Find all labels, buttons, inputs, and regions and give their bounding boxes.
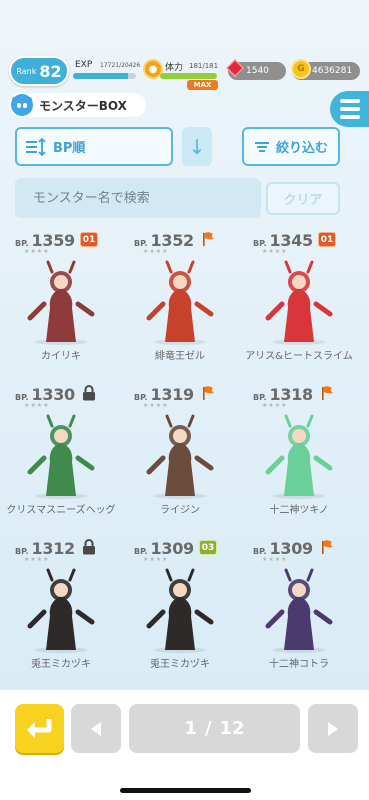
monster-card[interactable]: BP. 1352 ★★★★ 緋竜王ゼル bbox=[121, 228, 239, 378]
rank-badge[interactable]: Rank 82 bbox=[9, 56, 69, 86]
sort-button[interactable]: BP順 bbox=[15, 127, 173, 166]
bp-label: BP. bbox=[134, 547, 148, 556]
lock-icon bbox=[83, 385, 95, 401]
triangle-right-icon bbox=[328, 721, 338, 736]
exp-label: EXP bbox=[75, 60, 93, 70]
monster-portrait bbox=[146, 260, 214, 345]
monster-name: 兎王ミカヅキ bbox=[31, 659, 91, 670]
rarity-stars: ★★★★ bbox=[143, 248, 169, 255]
flag-icon bbox=[322, 540, 333, 554]
monster-portrait bbox=[146, 568, 214, 653]
next-page-button[interactable] bbox=[308, 704, 358, 753]
rarity-stars: ★★★★ bbox=[262, 248, 288, 255]
back-button[interactable] bbox=[15, 704, 64, 753]
sort-label: BP順 bbox=[53, 141, 86, 156]
monster-portrait bbox=[27, 260, 95, 345]
monster-card[interactable]: BP. 1309 ★★★★ 十二神コトラ bbox=[240, 536, 358, 686]
monster-name: クリスマスニーズヘッグ bbox=[6, 505, 116, 516]
rarity-stars: ★★★★ bbox=[143, 402, 169, 409]
previous-page-button[interactable] bbox=[71, 704, 121, 753]
bp-label: BP. bbox=[15, 239, 29, 248]
footer-bar: 1 / 12 bbox=[0, 690, 369, 800]
rank-number-badge: 01 bbox=[318, 232, 336, 247]
bp-label: BP. bbox=[15, 547, 29, 556]
sort-direction-button[interactable]: ↓ bbox=[182, 127, 212, 166]
hamburger-menu-button[interactable] bbox=[330, 91, 369, 127]
rarity-stars: ★★★★ bbox=[262, 556, 288, 563]
stamina-max-tag: MAX bbox=[187, 80, 218, 90]
bp-label: BP. bbox=[253, 393, 267, 402]
monster-card[interactable]: BP. 1359 ★★★★ 01 カイリキ bbox=[2, 228, 120, 378]
monster-name: カイリキ bbox=[41, 351, 81, 362]
rank-number-badge: 01 bbox=[80, 232, 98, 247]
search-input[interactable] bbox=[15, 178, 261, 218]
filter-button[interactable]: 絞り込む bbox=[242, 127, 340, 166]
exp-bar-fill bbox=[73, 73, 128, 79]
monster-name: 緋竜王ゼル bbox=[155, 351, 205, 362]
monster-card[interactable]: BP. 1309 ★★★★ 03 兎王ミカヅキ bbox=[121, 536, 239, 686]
bp-label: BP. bbox=[253, 239, 267, 248]
stamina-bar bbox=[160, 73, 217, 79]
monster-name: 兎王ミカヅキ bbox=[150, 659, 210, 670]
sort-icon bbox=[26, 137, 46, 156]
clear-button[interactable]: クリア bbox=[266, 182, 340, 215]
bp-label: BP. bbox=[15, 393, 29, 402]
bp-label: BP. bbox=[253, 547, 267, 556]
monster-card[interactable]: BP. 1330 ★★★★ クリスマスニーズヘッグ bbox=[2, 382, 120, 532]
rarity-stars: ★★★★ bbox=[143, 556, 169, 563]
monster-name: アリス&ヒートスライム bbox=[245, 351, 353, 362]
flag-icon bbox=[203, 386, 214, 400]
coin-icon: G bbox=[291, 59, 311, 79]
bp-label: BP. bbox=[134, 239, 148, 248]
bp-label: BP. bbox=[134, 393, 148, 402]
monster-portrait bbox=[265, 568, 333, 653]
monster-portrait bbox=[27, 414, 95, 499]
rarity-stars: ★★★★ bbox=[24, 248, 50, 255]
monster-name: 十二神ツキノ bbox=[269, 505, 329, 516]
page-indicator: 1 / 12 bbox=[129, 704, 300, 753]
arrow-down-icon: ↓ bbox=[188, 134, 206, 159]
filter-icon bbox=[254, 141, 269, 152]
stamina-bar-fill bbox=[160, 73, 217, 79]
rarity-stars: ★★★★ bbox=[262, 402, 288, 409]
monster-card[interactable]: BP. 1312 ★★★★ 兎王ミカヅキ bbox=[2, 536, 120, 686]
filter-label: 絞り込む bbox=[275, 141, 328, 156]
monster-card[interactable]: BP. 1319 ★★★★ ライジン bbox=[121, 382, 239, 532]
triangle-left-icon bbox=[91, 721, 101, 736]
player-status-bar: Rank 82 EXP 17721/20426 ● 体力 181/181 MAX… bbox=[0, 52, 369, 90]
lock-icon bbox=[83, 539, 95, 555]
monster-name: ライジン bbox=[160, 505, 200, 516]
flag-icon bbox=[203, 232, 214, 246]
monster-portrait bbox=[265, 260, 333, 345]
monster-card[interactable]: BP. 1318 ★★★★ 十二神ツキノ bbox=[240, 382, 358, 532]
exp-value: 17721/20426 bbox=[100, 62, 141, 69]
rank-label: Rank bbox=[16, 66, 37, 76]
flag-icon bbox=[322, 386, 333, 400]
stamina-value: 181/181 bbox=[189, 62, 219, 70]
total-pages: 12 bbox=[219, 718, 245, 739]
exp-bar bbox=[73, 73, 136, 79]
rarity-stars: ★★★★ bbox=[24, 556, 50, 563]
monster-portrait bbox=[27, 568, 95, 653]
rarity-stars: ★★★★ bbox=[24, 402, 50, 409]
hamburger-icon bbox=[340, 99, 360, 103]
monster-portrait bbox=[146, 414, 214, 499]
rank-number-badge: 03 bbox=[199, 540, 217, 555]
gem-icon bbox=[226, 59, 244, 77]
monster-card[interactable]: BP. 1345 ★★★★ 01 アリス&ヒートスライム bbox=[240, 228, 358, 378]
home-indicator bbox=[120, 788, 251, 793]
monster-box-icon bbox=[11, 94, 33, 116]
current-page: 1 bbox=[184, 718, 197, 739]
monster-portrait bbox=[265, 414, 333, 499]
return-arrow-icon bbox=[26, 718, 51, 738]
stamina-label: 体力 bbox=[165, 63, 184, 73]
rank-value: 82 bbox=[39, 61, 62, 81]
page-separator: / bbox=[204, 718, 212, 739]
monster-name: 十二神コトラ bbox=[269, 659, 329, 670]
